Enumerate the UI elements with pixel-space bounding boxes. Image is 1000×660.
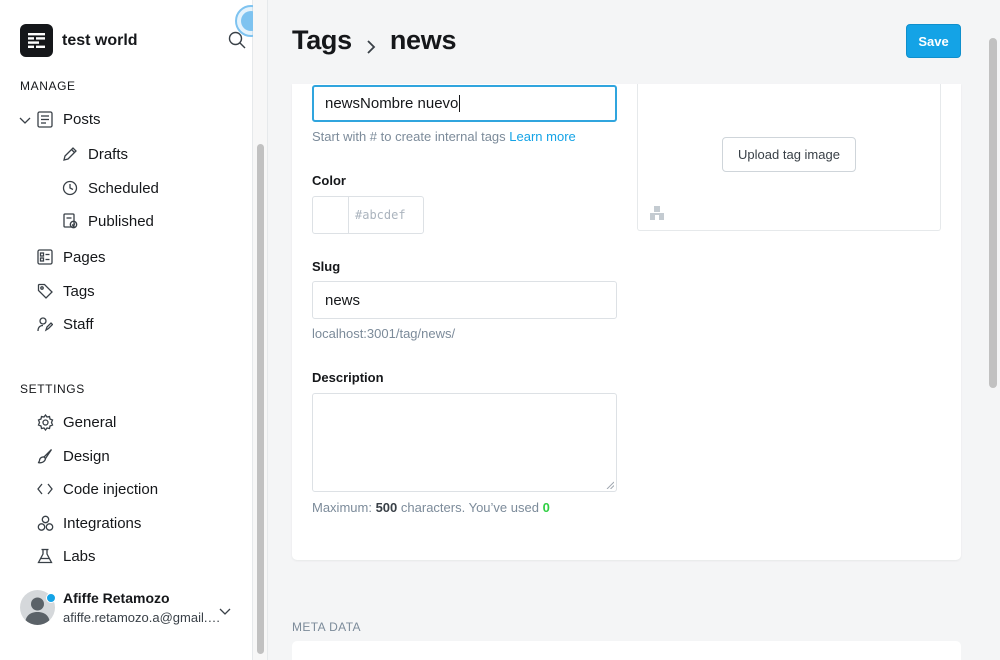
description-counter: Maximum: 500 characters. You’ve used 0: [312, 500, 550, 515]
sidebar: test world MANAGE Posts Drafts Scheduled…: [0, 0, 253, 660]
notification-dot: [46, 593, 56, 603]
counter-prefix: Maximum:: [312, 500, 372, 515]
sidebar-item-tags[interactable]: Tags: [36, 280, 95, 302]
tag-icon: [36, 282, 54, 300]
site-name: test world: [62, 31, 138, 49]
sidebar-item-scheduled[interactable]: Scheduled: [61, 177, 159, 199]
pages-icon: [36, 248, 54, 266]
sidebar-item-published[interactable]: Published: [61, 210, 154, 232]
slug-url-preview: localhost:3001/tag/news/: [312, 326, 456, 341]
counter-used: 0: [542, 500, 550, 515]
tag-name-input[interactable]: newsNombre nuevo: [312, 85, 617, 122]
sidebar-item-labs[interactable]: Labs: [36, 545, 96, 567]
sidebar-item-label: Pages: [63, 248, 106, 266]
name-hint: Start with # to create internal tags Lea…: [312, 129, 576, 144]
clock-icon: [61, 179, 79, 197]
resize-handle-icon[interactable]: [606, 481, 614, 489]
sidebar-item-label: Code injection: [63, 480, 159, 498]
sidebar-item-posts[interactable]: Posts: [36, 108, 101, 130]
sidebar-item-label: Posts: [63, 110, 101, 128]
chevron-right-icon: [364, 32, 378, 54]
sidebar-item-staff[interactable]: Staff: [36, 313, 94, 335]
counter-max: 500: [375, 500, 398, 515]
meta-data-card: [292, 641, 961, 660]
description-label: Description: [312, 370, 384, 385]
breadcrumb: Tags news: [292, 25, 456, 56]
slug-input[interactable]: news: [312, 281, 617, 319]
color-label: Color: [312, 173, 346, 188]
sidebar-item-integrations[interactable]: Integrations: [36, 512, 141, 534]
tag-image-dropzone[interactable]: Upload tag image: [637, 84, 941, 231]
posts-collapse-chevron-icon[interactable]: [19, 113, 31, 125]
posts-icon: [36, 110, 54, 128]
counter-middle: characters. You’ve used: [400, 500, 539, 515]
color-hex-input[interactable]: #abcdef: [349, 197, 423, 233]
sidebar-item-label: Staff: [63, 315, 94, 333]
color-field[interactable]: #abcdef: [312, 196, 424, 234]
meta-data-section-title: META DATA: [292, 620, 361, 634]
site-logo-icon: [20, 24, 53, 57]
learn-more-link[interactable]: Learn more: [509, 129, 575, 144]
sidebar-scrollbar[interactable]: [253, 0, 268, 660]
user-email: afiffe.retamozo.a@gmail.com: [63, 610, 221, 625]
upload-tag-image-button[interactable]: Upload tag image: [722, 137, 856, 172]
pencil-icon: [61, 145, 79, 163]
sidebar-item-general[interactable]: General: [36, 411, 116, 433]
tag-name-value: newsNombre nuevo: [325, 95, 459, 112]
gear-icon: [36, 413, 54, 431]
sidebar-item-drafts[interactable]: Drafts: [61, 143, 128, 165]
sidebar-item-label: Drafts: [88, 145, 129, 163]
user-name: Afiffe Retamozo: [63, 590, 170, 606]
sidebar-item-label: Labs: [63, 547, 96, 565]
main-content: Tags news Save newsNombre nuevo Start wi…: [268, 0, 987, 660]
sidebar-item-design[interactable]: Design: [36, 445, 110, 467]
settings-section-title: SETTINGS: [20, 382, 85, 396]
slug-label: Slug: [312, 259, 341, 274]
user-menu[interactable]: Afiffe Retamozo afiffe.retamozo.a@gmail.…: [20, 590, 221, 625]
code-icon: [36, 480, 54, 498]
published-icon: [61, 212, 79, 230]
site-brand[interactable]: test world: [20, 24, 138, 57]
manage-section-title: MANAGE: [20, 79, 76, 93]
sidebar-item-label: Design: [63, 447, 110, 465]
color-swatch[interactable]: [313, 197, 349, 233]
page-title: news: [389, 25, 457, 55]
staff-icon: [36, 315, 54, 333]
tag-settings-card: newsNombre nuevo Start with # to create …: [292, 84, 961, 560]
name-hint-text: Start with # to create internal tags: [312, 129, 506, 144]
integrations-icon: [36, 514, 54, 532]
page-scrollbar[interactable]: [987, 0, 1000, 660]
breadcrumb-tags-link[interactable]: Tags: [292, 25, 352, 56]
flask-icon: [36, 547, 54, 565]
sidebar-item-label: Integrations: [63, 514, 142, 532]
sidebar-item-label: General: [63, 413, 117, 431]
chevron-down-icon[interactable]: [219, 604, 231, 616]
sidebar-item-label: Tags: [63, 282, 95, 300]
brush-icon: [36, 447, 54, 465]
sidebar-item-label: Scheduled: [88, 179, 159, 197]
sidebar-item-code-injection[interactable]: Code injection: [36, 478, 158, 500]
save-button[interactable]: Save: [906, 24, 961, 58]
image-placeholder-icon: [650, 206, 664, 220]
description-textarea[interactable]: [312, 393, 617, 492]
slug-value: news: [325, 291, 361, 309]
sidebar-item-label: Published: [88, 212, 154, 230]
sidebar-item-pages[interactable]: Pages: [36, 246, 106, 268]
